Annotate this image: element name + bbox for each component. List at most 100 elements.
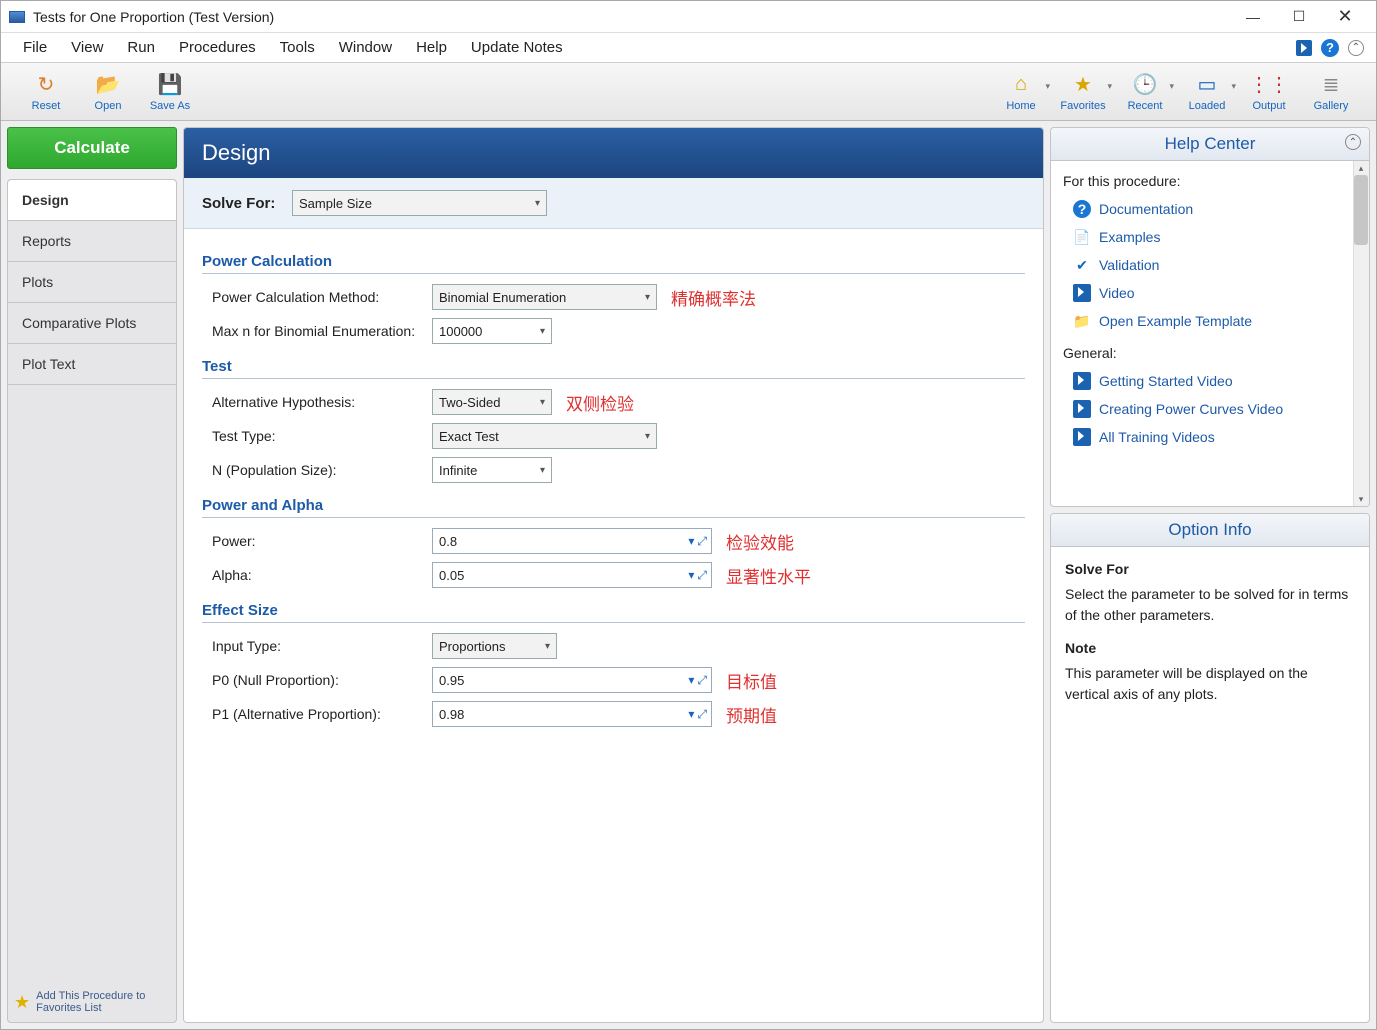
- option-info-body: Solve For Select the parameter to be sol…: [1051, 547, 1369, 729]
- play-icon: [1073, 284, 1091, 302]
- center-panel: Design Solve For: Sample Size▾ Power Cal…: [183, 127, 1044, 1023]
- expand-icon[interactable]: ⤢: [697, 673, 707, 688]
- label-alpha: Alpha:: [202, 567, 432, 583]
- input-population-size[interactable]: Infinite▾: [432, 457, 552, 483]
- collapse-icon[interactable]: ⌃: [1345, 134, 1361, 150]
- help-open-template[interactable]: 📁Open Example Template: [1063, 307, 1357, 335]
- info-heading: Solve For: [1065, 559, 1355, 580]
- tab-plot-text[interactable]: Plot Text: [8, 344, 176, 385]
- toolbar: ↻Reset 📂Open 💾Save As ⌂Home ★Favorites 🕒…: [1, 63, 1376, 121]
- calculate-button[interactable]: Calculate: [7, 127, 177, 169]
- help-examples[interactable]: 📄Examples: [1063, 223, 1357, 251]
- tab-design[interactable]: Design: [8, 180, 176, 221]
- maximize-button[interactable]: ☐: [1276, 2, 1322, 32]
- toolbar-loaded[interactable]: ▭Loaded: [1176, 67, 1238, 117]
- document-icon: 📄: [1073, 228, 1091, 246]
- solve-for-select[interactable]: Sample Size▾: [292, 190, 547, 216]
- input-power[interactable]: 0.8▾⤢: [432, 528, 712, 554]
- toolbar-output[interactable]: ⋮⋮Output: [1238, 67, 1300, 117]
- info-text: Select the parameter to be solved for in…: [1065, 584, 1355, 626]
- home-icon: ⌂: [1008, 72, 1034, 98]
- input-alpha[interactable]: 0.05▾⤢: [432, 562, 712, 588]
- play-icon: [1073, 372, 1091, 390]
- chevron-down-icon[interactable]: ▾: [688, 673, 694, 688]
- help-icon[interactable]: ?: [1320, 38, 1340, 58]
- toolbar-favorites[interactable]: ★Favorites: [1052, 67, 1114, 117]
- left-tabs: Design Reports Plots Comparative Plots P…: [7, 179, 177, 1023]
- scrollbar[interactable]: ▴ ▾: [1353, 161, 1369, 506]
- section-power-alpha: Power and Alpha: [202, 497, 1025, 518]
- help-video[interactable]: Video: [1063, 279, 1357, 307]
- help-getting-started[interactable]: Getting Started Video: [1063, 367, 1357, 395]
- solve-for-label: Solve For:: [202, 195, 292, 212]
- scroll-down-icon[interactable]: ▾: [1353, 492, 1369, 506]
- add-favorite-link[interactable]: ★ Add This Procedure to Favorites List: [8, 982, 176, 1022]
- minimize-button[interactable]: —: [1230, 2, 1276, 32]
- toolbar-home[interactable]: ⌂Home: [990, 67, 1052, 117]
- chevron-down-icon[interactable]: ▾: [688, 534, 694, 549]
- chevron-down-icon: ▾: [535, 198, 540, 209]
- select-test-type[interactable]: Exact Test▾: [432, 423, 657, 449]
- tab-comparative-plots[interactable]: Comparative Plots: [8, 303, 176, 344]
- info-heading: Note: [1065, 638, 1355, 659]
- help-all-training[interactable]: All Training Videos: [1063, 423, 1357, 451]
- chevron-down-icon[interactable]: ▾: [688, 707, 694, 722]
- toolbar-open[interactable]: 📂Open: [77, 67, 139, 117]
- menu-update-notes[interactable]: Update Notes: [459, 35, 575, 60]
- menu-run[interactable]: Run: [115, 35, 167, 60]
- chevron-down-icon: ▾: [645, 292, 650, 303]
- titlebar: Tests for One Proportion (Test Version) …: [1, 1, 1376, 33]
- close-button[interactable]: ✕: [1322, 2, 1368, 32]
- help-center-title: Help Center ⌃: [1051, 128, 1369, 161]
- label-p0: P0 (Null Proportion):: [202, 672, 432, 688]
- help-body: For this procedure: ?Documentation 📄Exam…: [1051, 161, 1369, 506]
- select-alt-hypothesis[interactable]: Two-Sided▾: [432, 389, 552, 415]
- input-p1[interactable]: 0.98▾⤢: [432, 701, 712, 727]
- select-input-type[interactable]: Proportions▾: [432, 633, 557, 659]
- scroll-up-icon[interactable]: ▴: [1353, 161, 1369, 175]
- tab-reports[interactable]: Reports: [8, 221, 176, 262]
- option-info-title: Option Info: [1051, 514, 1369, 547]
- help-validation[interactable]: ✔Validation: [1063, 251, 1357, 279]
- toolbar-gallery[interactable]: ≣Gallery: [1300, 67, 1362, 117]
- section-test: Test: [202, 358, 1025, 379]
- expand-icon[interactable]: ⤢: [697, 534, 707, 549]
- menu-help[interactable]: Help: [404, 35, 459, 60]
- chevron-down-icon: ▾: [545, 641, 550, 652]
- input-p0[interactable]: 0.95▾⤢: [432, 667, 712, 693]
- star-plus-icon: ★: [14, 992, 30, 1013]
- help-group-general: General:: [1063, 345, 1357, 361]
- select-power-calc-method[interactable]: Binomial Enumeration▾: [432, 284, 657, 310]
- expand-icon[interactable]: ⤢: [697, 707, 707, 722]
- chevron-down-icon: ▾: [540, 465, 545, 476]
- menubar: File View Run Procedures Tools Window He…: [1, 33, 1376, 63]
- toolbar-recent[interactable]: 🕒Recent: [1114, 67, 1176, 117]
- menu-file[interactable]: File: [11, 35, 59, 60]
- window-title: Tests for One Proportion (Test Version): [33, 9, 1230, 25]
- chevron-down-icon: ▾: [540, 326, 545, 337]
- label-test-type: Test Type:: [202, 428, 432, 444]
- help-documentation[interactable]: ?Documentation: [1063, 195, 1357, 223]
- label-power: Power:: [202, 533, 432, 549]
- play-icon[interactable]: [1294, 38, 1314, 58]
- expand-icon[interactable]: ⤢: [697, 568, 707, 583]
- right-column: Help Center ⌃ For this procedure: ?Docum…: [1050, 127, 1370, 1023]
- label-population-size: N (Population Size):: [202, 462, 432, 478]
- help-group-procedure: For this procedure:: [1063, 173, 1357, 189]
- input-max-n[interactable]: 100000▾: [432, 318, 552, 344]
- toolbar-saveas[interactable]: 💾Save As: [139, 67, 201, 117]
- option-info-panel: Option Info Solve For Select the paramet…: [1050, 513, 1370, 1023]
- menu-procedures[interactable]: Procedures: [167, 35, 268, 60]
- chevron-down-icon[interactable]: ▾: [688, 568, 694, 583]
- toolbar-reset[interactable]: ↻Reset: [15, 67, 77, 117]
- menu-view[interactable]: View: [59, 35, 115, 60]
- tab-plots[interactable]: Plots: [8, 262, 176, 303]
- gallery-icon: ≣: [1318, 72, 1344, 98]
- star-icon: ★: [1070, 72, 1096, 98]
- app-icon: [9, 11, 25, 23]
- scrollbar-thumb[interactable]: [1354, 175, 1368, 245]
- collapse-icon[interactable]: ⌃: [1346, 38, 1366, 58]
- menu-tools[interactable]: Tools: [268, 35, 327, 60]
- help-power-curves[interactable]: Creating Power Curves Video: [1063, 395, 1357, 423]
- menu-window[interactable]: Window: [327, 35, 404, 60]
